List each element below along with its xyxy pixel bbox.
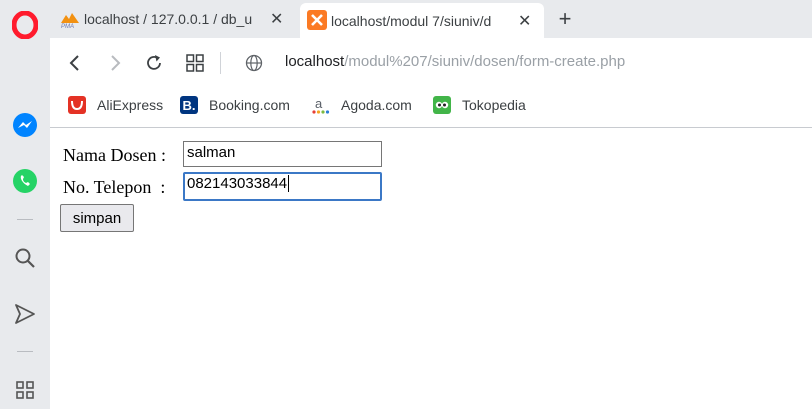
agoda-icon: a [312,96,330,114]
bookmark-label: AliExpress [97,97,164,113]
address-bar[interactable]: localhost/modul%207/siuniv/dosen/form-cr… [285,53,625,70]
simpan-button[interactable]: simpan [60,204,134,232]
close-icon[interactable]: ✕ [518,11,531,31]
aliexpress-icon [68,96,86,114]
sidebar-divider [17,219,33,220]
nama-dosen-value: salman [187,144,236,161]
messenger-icon[interactable] [0,110,50,140]
bookmark-tokopedia[interactable]: Tokopedia [433,94,526,116]
reload-icon[interactable] [141,50,167,76]
phpmyadmin-icon: PMA [60,11,80,30]
booking-icon: B. [180,96,198,114]
bookmark-booking[interactable]: B. Booking.com [180,94,290,116]
url-path: /modul%207/siuniv/dosen/form-create.php [344,53,626,70]
tab-title: localhost/modul 7/siuniv/d [331,12,492,29]
page-content: Nama Dosen : salman No. Telepon : 082143… [50,128,812,409]
tab-bar: PMA localhost / 127.0.0.1 / db_u ✕ local… [50,0,812,38]
nama-dosen-label: Nama Dosen : [63,145,166,165]
no-telepon-value: 082143033844 [187,175,288,192]
opera-sidebar [0,0,50,409]
tab-form-create[interactable]: localhost/modul 7/siuniv/d ✕ [300,3,544,38]
bookmark-label: Booking.com [209,97,290,113]
toolbar-divider [220,52,221,74]
back-icon[interactable] [62,50,88,76]
no-telepon-label: No. Telepon : [63,177,166,197]
whatsapp-icon[interactable] [0,166,50,196]
tab-title: localhost / 127.0.0.1 / db_u [84,11,253,27]
svg-text:a: a [315,96,323,111]
search-icon[interactable] [0,244,50,272]
bookmark-agoda[interactable]: a Agoda.com [312,94,412,116]
globe-icon[interactable] [241,50,267,76]
bookmarks-bar: AliExpress B. Booking.com a Agoda.com To… [50,88,812,128]
svg-text:PMA: PMA [61,24,74,29]
new-tab-button[interactable]: + [552,6,578,32]
no-telepon-input[interactable]: 082143033844 [183,172,382,201]
nama-dosen-input[interactable]: salman [183,141,382,167]
tabs-grid-icon[interactable] [182,50,208,76]
tokopedia-icon [433,96,451,114]
bookmark-label: Tokopedia [462,97,526,113]
sidebar-divider [17,351,33,352]
xampp-icon [307,10,327,30]
bookmark-label: Agoda.com [341,97,412,113]
text-caret [288,175,290,192]
address-toolbar: localhost/modul%207/siuniv/dosen/form-cr… [50,38,812,88]
apps-grid-icon[interactable] [0,376,50,404]
url-host: localhost [285,53,345,70]
tab-phpmyadmin[interactable]: PMA localhost / 127.0.0.1 / db_u ✕ [50,0,292,38]
bookmark-aliexpress[interactable]: AliExpress [68,94,163,116]
close-icon[interactable]: ✕ [270,9,283,29]
opera-logo-icon[interactable] [0,10,50,40]
forward-icon[interactable] [102,50,128,76]
send-icon[interactable] [0,300,50,328]
